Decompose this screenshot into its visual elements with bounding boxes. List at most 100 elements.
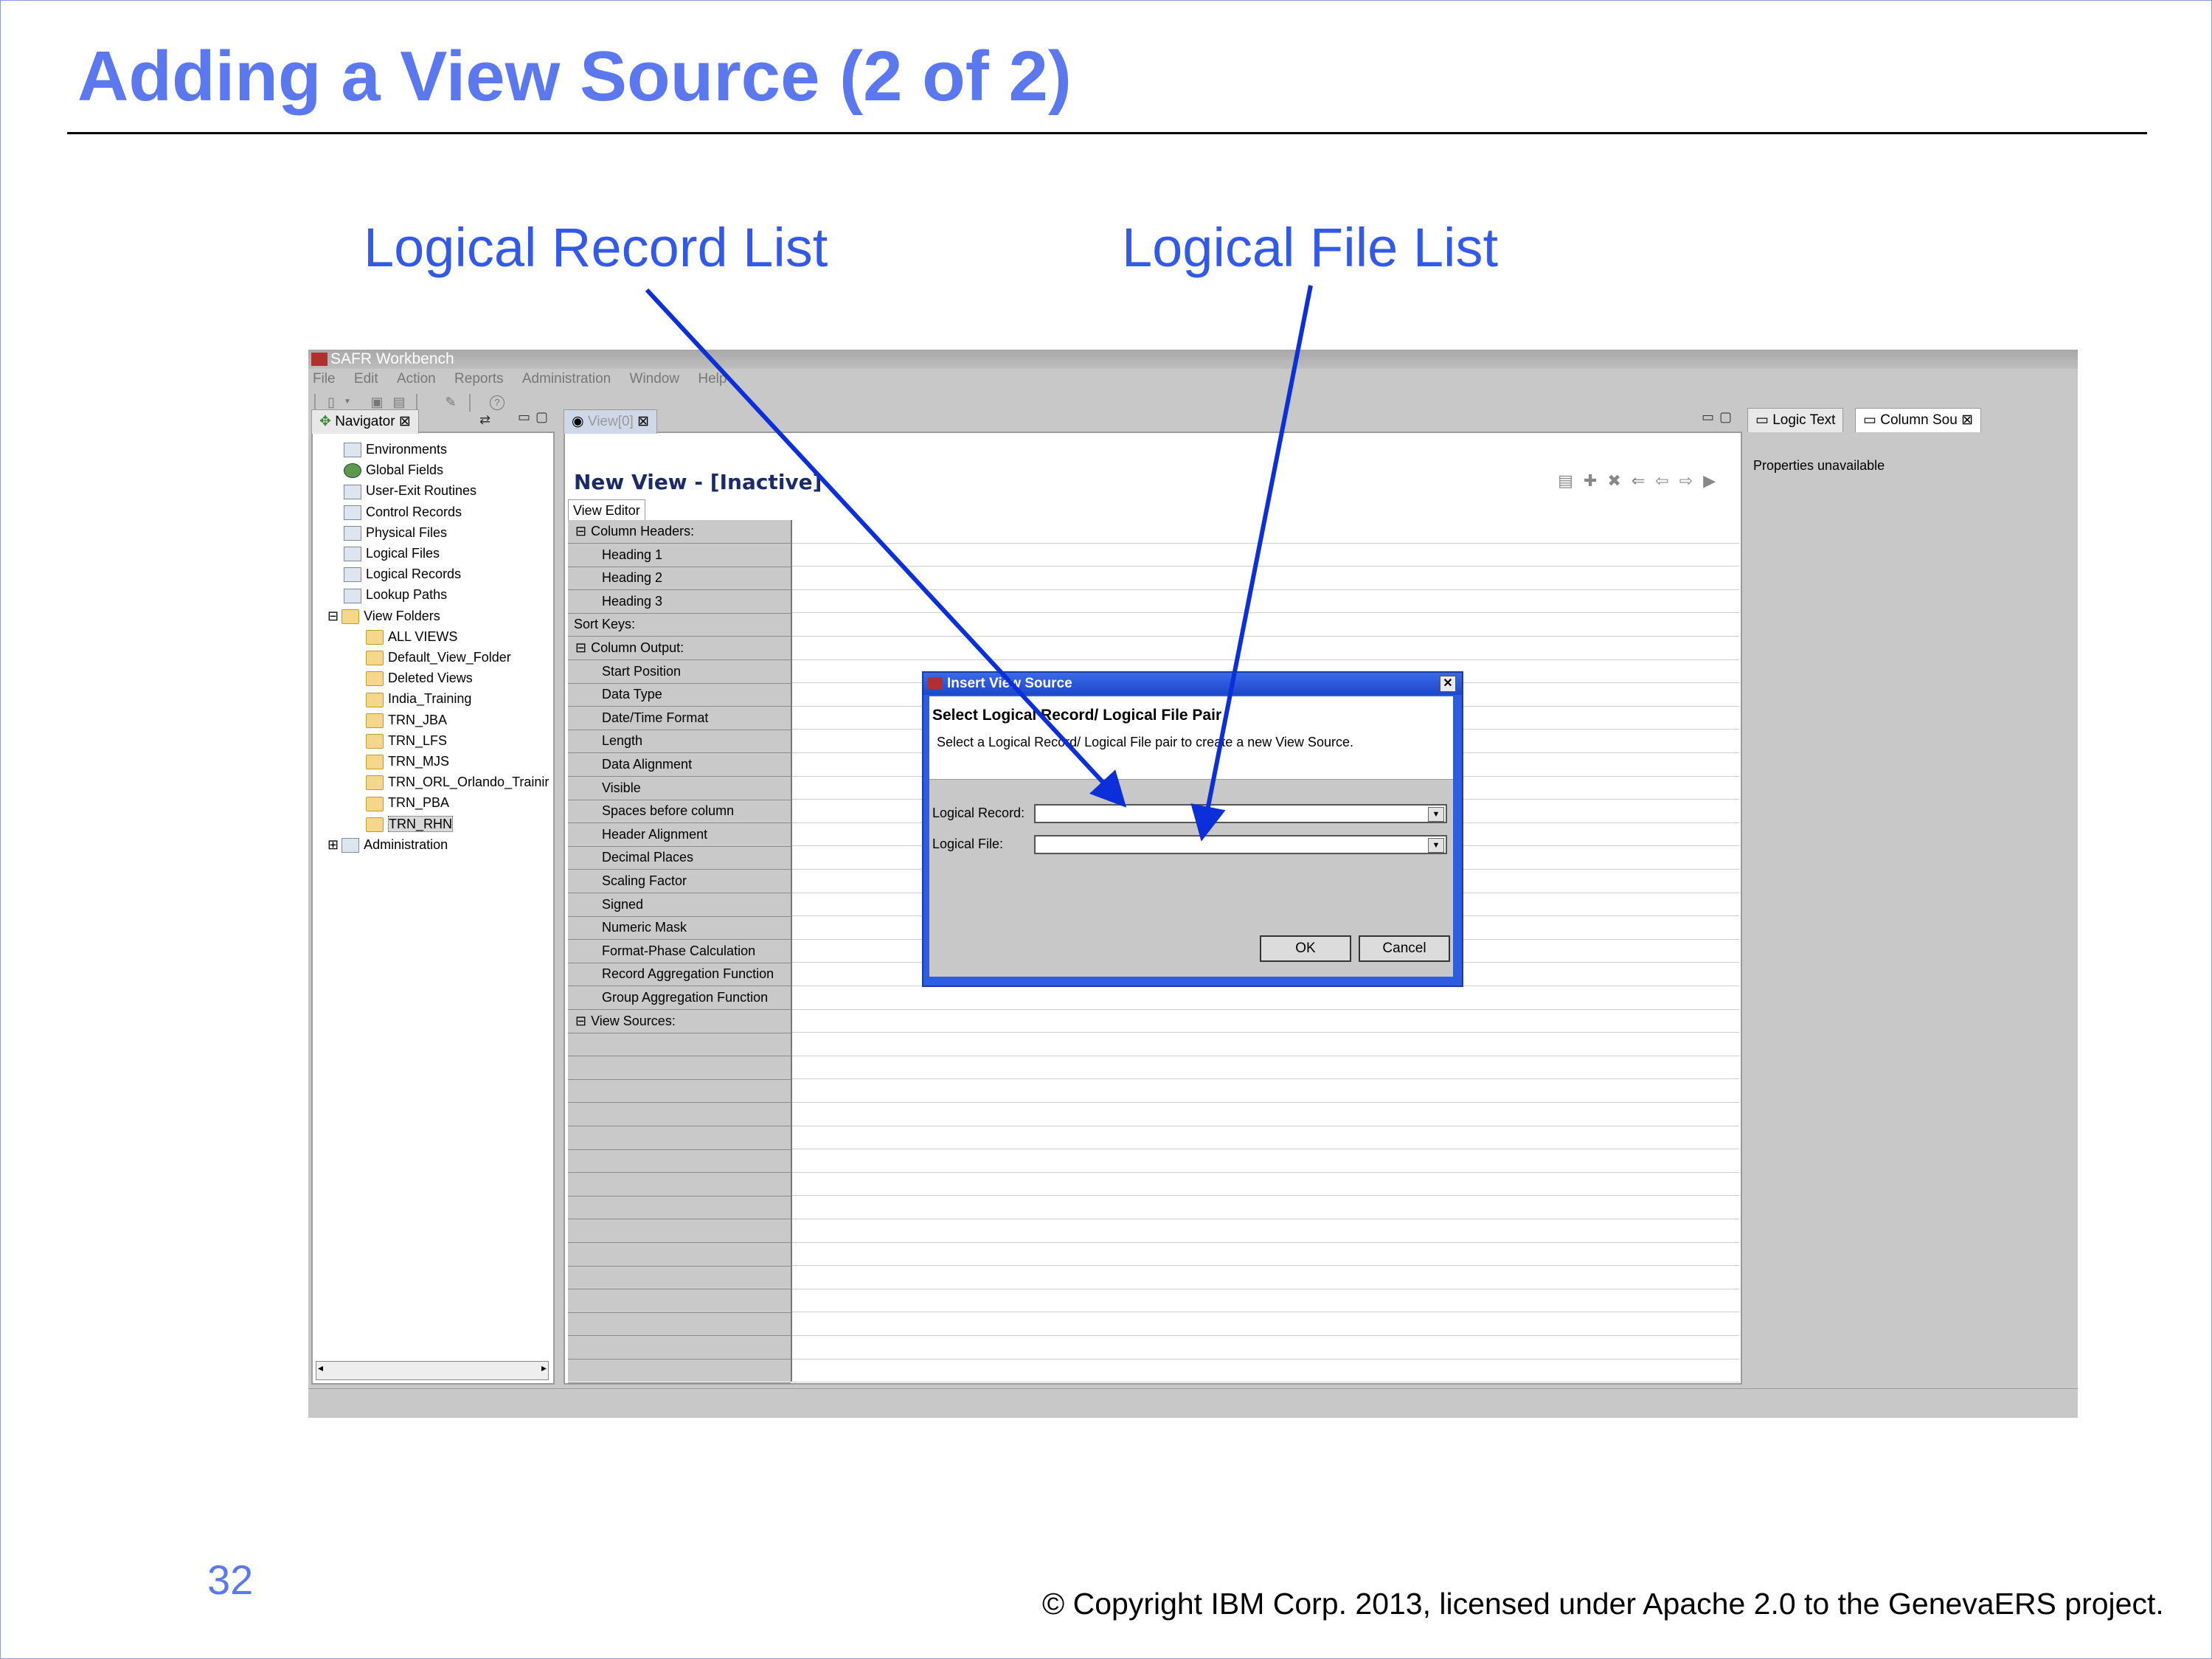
navigator-item[interactable]: Logical Records xyxy=(344,564,461,584)
grid-row[interactable]: Data Alignment xyxy=(568,753,791,777)
grid-row[interactable]: Length xyxy=(568,730,791,754)
grid-row[interactable] xyxy=(568,1360,791,1383)
grid-row[interactable]: Decimal Places xyxy=(568,846,791,870)
navigator-item[interactable]: TRN_PBA xyxy=(366,792,449,813)
chevron-down-icon[interactable]: ▼ xyxy=(1428,838,1444,853)
grid-row[interactable]: ⊟ Column Output: xyxy=(568,637,791,660)
collapse-icon[interactable]: ⊟ xyxy=(575,640,586,655)
menu-help[interactable]: Help xyxy=(698,371,727,387)
navigator-item[interactable]: TRN_RHN xyxy=(366,814,454,834)
add-icon[interactable]: ✚ xyxy=(1584,471,1607,490)
grid-row[interactable]: Header Alignment xyxy=(568,823,791,847)
tab-logic-text[interactable]: ▭ Logic Text xyxy=(1747,408,1844,432)
navigator-item[interactable]: Environments xyxy=(344,439,447,460)
export-icon[interactable]: ▤ xyxy=(1558,471,1584,490)
grid-row[interactable] xyxy=(568,1336,791,1360)
maximize-icon[interactable]: ▢ xyxy=(535,409,548,425)
menu-action[interactable]: Action xyxy=(397,371,436,387)
grid-row[interactable] xyxy=(568,1103,791,1126)
collapse-icon[interactable]: ⊟ xyxy=(327,609,339,623)
grid-row[interactable] xyxy=(568,1196,791,1220)
close-icon[interactable]: ⊠ xyxy=(637,414,649,429)
grid-row[interactable]: Scaling Factor xyxy=(568,870,791,893)
grid-row[interactable]: Heading 1 xyxy=(568,544,791,567)
navigator-item[interactable]: TRN_LFS xyxy=(366,730,447,751)
navigator-item[interactable]: TRN_JBA xyxy=(366,710,447,730)
grid-row[interactable]: Signed xyxy=(568,893,791,917)
move-right-icon[interactable]: ⇨ xyxy=(1679,471,1703,490)
grid-row[interactable]: Format-Phase Calculation xyxy=(568,940,791,963)
grid-row[interactable] xyxy=(568,1149,791,1174)
logical-file-select[interactable]: ▼ xyxy=(1034,835,1447,854)
navigator-item[interactable]: ALL VIEWS xyxy=(366,626,457,647)
collapse-icon[interactable]: ⊟ xyxy=(575,524,586,538)
menu-window[interactable]: Window xyxy=(630,371,680,387)
navigator-item[interactable]: ⊟ View Folders xyxy=(327,606,440,626)
pin-icon[interactable]: ✎ xyxy=(444,395,457,409)
save-all-icon[interactable]: ▤ xyxy=(392,395,406,409)
new-dropdown-icon[interactable]: ▼ xyxy=(341,395,354,409)
navigator-item[interactable]: TRN_MJS xyxy=(366,751,449,772)
delete-icon[interactable]: ✖ xyxy=(1607,471,1631,490)
tab-column-source[interactable]: ▭ Column Sou ⊠ xyxy=(1855,408,1981,432)
move-left-icon[interactable]: ⇦ xyxy=(1655,471,1679,490)
grid-row[interactable] xyxy=(568,1126,791,1150)
menu-administration[interactable]: Administration xyxy=(522,371,611,387)
scroll-left-icon[interactable]: ◂ xyxy=(318,1362,323,1374)
navigator-item[interactable]: Lookup Paths xyxy=(344,584,447,605)
tab-navigator[interactable]: ✥ Navigator ⊠ xyxy=(311,409,419,434)
grid-row[interactable]: Date/Time Format xyxy=(568,707,791,730)
minimize-icon[interactable]: ▭ xyxy=(518,409,530,425)
grid-row[interactable]: Group Aggregation Function xyxy=(568,986,791,1010)
chevron-down-icon[interactable]: ▼ xyxy=(1428,807,1444,822)
maximize-icon[interactable]: ▢ xyxy=(1719,409,1732,425)
close-icon[interactable]: ⊠ xyxy=(1961,412,1973,428)
navigator-horizontal-scrollbar[interactable]: ◂ ▸ xyxy=(316,1361,549,1380)
menu-edit[interactable]: Edit xyxy=(354,371,378,387)
expand-icon[interactable]: ⊞ xyxy=(327,837,339,852)
navigator-item[interactable]: Default_View_Folder xyxy=(366,647,511,668)
sync-icon[interactable]: ⇄ xyxy=(479,412,490,428)
grid-row[interactable] xyxy=(568,1219,791,1243)
grid-row[interactable]: Sort Keys: xyxy=(568,613,791,637)
navigator-item[interactable]: Physical Files xyxy=(344,522,447,543)
dialog-close-button[interactable]: ✕ xyxy=(1440,676,1456,692)
grid-row[interactable]: Data Type xyxy=(568,683,791,707)
grid-row[interactable] xyxy=(568,1312,791,1337)
new-icon[interactable]: ▯ xyxy=(325,395,338,409)
grid-row[interactable] xyxy=(568,1056,791,1080)
minimize-icon[interactable]: ▭ xyxy=(1702,409,1714,425)
navigator-item[interactable]: Deleted Views xyxy=(366,668,473,688)
grid-row[interactable] xyxy=(568,1243,791,1267)
navigator-item[interactable]: India_Training xyxy=(366,688,471,709)
collapse-icon[interactable]: ⊟ xyxy=(575,1014,586,1028)
navigator-item[interactable]: ⊞ Administration xyxy=(327,834,448,855)
grid-row[interactable]: Start Position xyxy=(568,660,791,684)
navigator-item[interactable]: Control Records xyxy=(344,502,462,522)
menu-file[interactable]: File xyxy=(313,371,336,387)
insert-icon[interactable]: ⇐ xyxy=(1632,471,1655,490)
tab-view-editor[interactable]: View Editor xyxy=(568,499,645,521)
grid-row[interactable] xyxy=(568,1079,791,1104)
activate-icon[interactable]: ▶ xyxy=(1703,471,1726,490)
grid-row[interactable]: Heading 3 xyxy=(568,590,791,614)
grid-row[interactable] xyxy=(568,1266,791,1290)
grid-row[interactable] xyxy=(568,1173,791,1196)
tab-view[interactable]: ◉ View[0] ⊠ xyxy=(564,409,658,434)
grid-row[interactable]: Numeric Mask xyxy=(568,916,791,941)
cancel-button[interactable]: Cancel xyxy=(1359,935,1450,962)
grid-row[interactable]: ⊟ View Sources: xyxy=(568,1010,791,1033)
navigator-item[interactable]: Logical Files xyxy=(344,543,440,564)
save-icon[interactable]: ▣ xyxy=(370,395,384,409)
navigator-item[interactable]: Global Fields xyxy=(344,460,443,480)
grid-row[interactable]: Record Aggregation Function xyxy=(568,963,791,987)
close-icon[interactable]: ⊠ xyxy=(399,414,411,429)
menu-reports[interactable]: Reports xyxy=(454,371,504,387)
navigator-item[interactable]: User-Exit Routines xyxy=(344,480,476,501)
grid-row[interactable]: ⊟ Column Headers: xyxy=(568,520,791,544)
logical-record-select[interactable]: ▼ xyxy=(1034,804,1447,823)
grid-row[interactable]: Heading 2 xyxy=(568,567,791,591)
help-icon[interactable]: ? xyxy=(490,395,505,410)
grid-row[interactable]: Visible xyxy=(568,777,791,800)
grid-row[interactable] xyxy=(568,1033,791,1057)
